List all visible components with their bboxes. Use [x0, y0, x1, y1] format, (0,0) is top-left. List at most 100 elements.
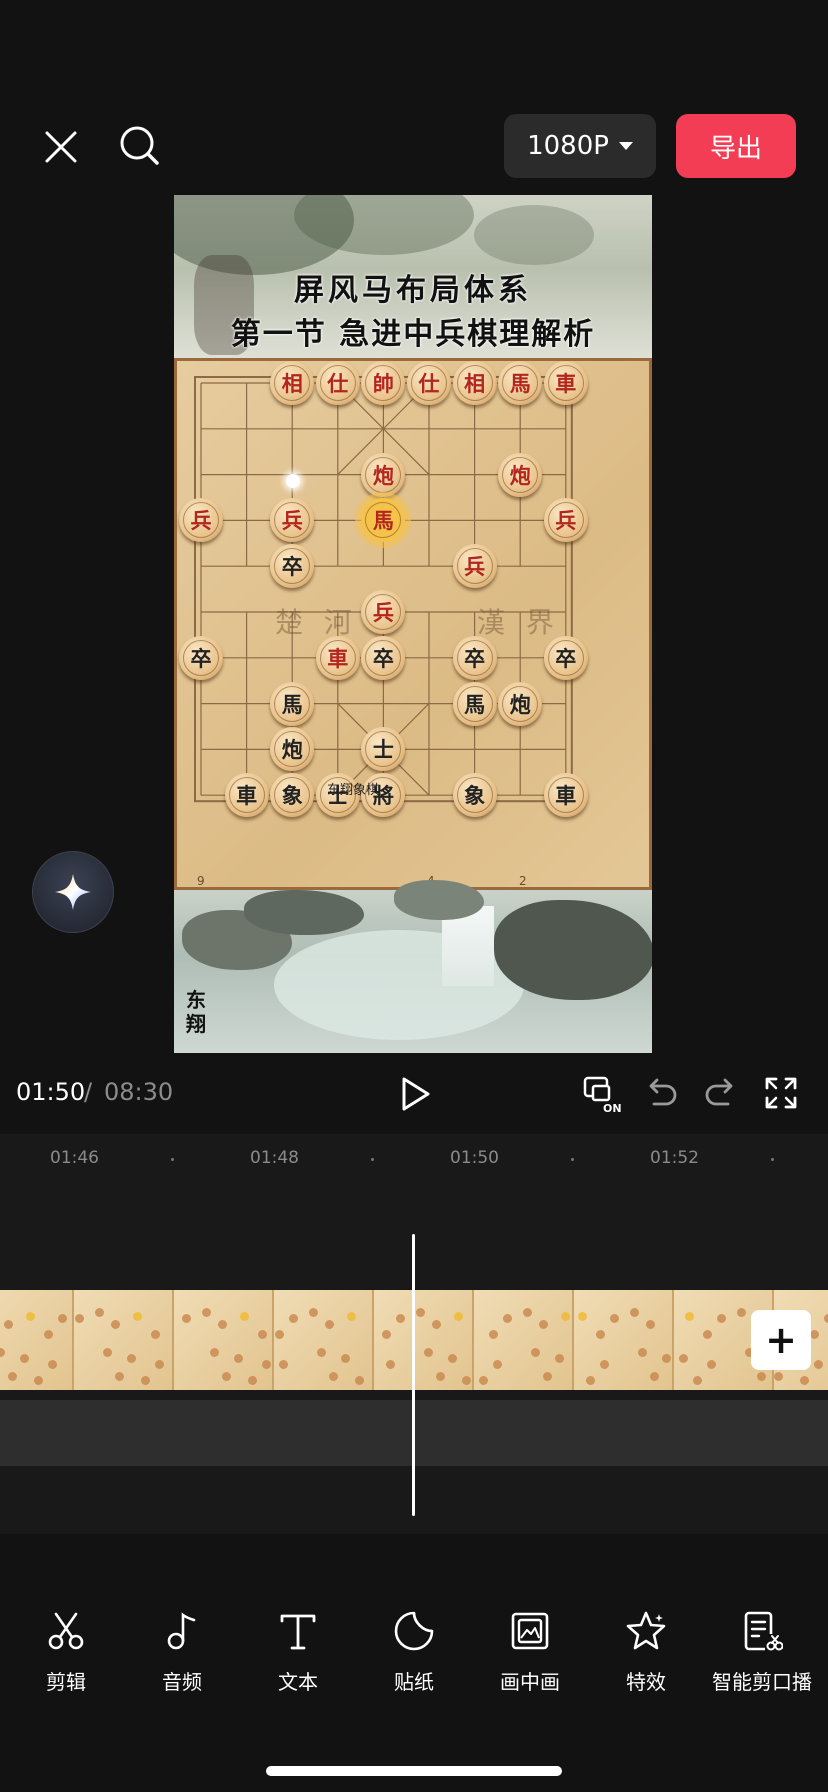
xiangqi-piece: 卒 [452, 635, 497, 680]
xiangqi-piece: 炮 [498, 681, 543, 726]
effects-star-icon [626, 1611, 666, 1650]
ruler-tick [771, 1158, 774, 1161]
piece-label: 卒 [183, 639, 219, 676]
music-note-icon [167, 1612, 196, 1650]
tool-effects[interactable]: 特效 [588, 1610, 704, 1695]
xiangqi-piece: 兵 [543, 498, 588, 543]
move-marker [286, 474, 300, 488]
plus-icon: + [765, 1318, 797, 1362]
piece-label: 象 [456, 777, 493, 814]
home-indicator [266, 1766, 562, 1776]
fullscreen-button[interactable] [762, 1074, 802, 1114]
keyframe-toggle[interactable]: ON [582, 1074, 622, 1115]
play-icon [402, 1077, 430, 1111]
xiangqi-piece: 馬 [270, 681, 315, 726]
tool-smart-cut[interactable]: 智能剪口播 [704, 1610, 820, 1695]
piece-label: 卒 [547, 639, 584, 676]
ruler-time-label: 01:52 [650, 1148, 699, 1168]
ruler-tick [371, 1158, 374, 1161]
svg-text:ON: ON [603, 1102, 622, 1114]
tool-label: 文本 [278, 1670, 318, 1694]
tool-edit[interactable]: 剪辑 [8, 1610, 124, 1695]
undo-icon [649, 1078, 677, 1106]
search-button[interactable] [116, 122, 164, 170]
close-button[interactable] [38, 124, 84, 170]
tool-label: 音频 [162, 1670, 202, 1694]
clip-thumbnail [374, 1290, 474, 1390]
clip-thumbnail [274, 1290, 374, 1390]
xiangqi-piece: 相 [270, 361, 315, 405]
clip-thumbnail [74, 1290, 174, 1390]
resolution-dropdown[interactable]: 1080P [504, 114, 656, 178]
tool-sticker[interactable]: 贴纸 [356, 1610, 472, 1695]
piece-label: 兵 [547, 502, 584, 539]
timeline[interactable]: 01:46 01:48 01:50 01:52 + [0, 1134, 828, 1534]
xiangqi-piece: 卒 [361, 635, 406, 680]
piece-label: 馬 [365, 502, 402, 539]
file-number: 2 [519, 874, 527, 888]
piece-label: 炮 [502, 456, 539, 493]
xiangqi-piece: 車 [224, 773, 269, 818]
redo-button[interactable] [702, 1074, 742, 1114]
piece-label: 車 [228, 777, 265, 814]
clip-thumbnail [0, 1290, 74, 1390]
ruler-tick [171, 1158, 174, 1161]
author-signature: 东翔 [186, 988, 206, 1036]
time-separator: / [84, 1078, 93, 1106]
xiangqi-piece: 仕 [315, 361, 360, 405]
xiangqi-piece: 炮 [498, 452, 543, 497]
sparkle-icon [55, 874, 91, 910]
play-button[interactable] [396, 1074, 434, 1114]
picture-in-picture-icon [511, 1612, 549, 1650]
undo-button[interactable] [642, 1074, 682, 1114]
scenery-banner: 东翔 [174, 880, 652, 1053]
keyframe-on-icon: ON [583, 1076, 622, 1115]
sticker-icon [394, 1611, 434, 1651]
piece-label: 卒 [365, 639, 402, 676]
total-time: 08:30 [104, 1078, 174, 1106]
video-preview[interactable]: 屏风马布局体系 第一节 急进中兵棋理解析 楚 河 漢 界 相仕帥仕相馬車炮炮兵兵… [174, 195, 652, 1053]
ai-assistant-button[interactable] [32, 851, 114, 933]
video-title-line-1: 屏风马布局体系 [294, 273, 532, 308]
close-icon [45, 131, 77, 163]
export-button[interactable]: 导出 [676, 114, 796, 178]
piece-label: 卒 [274, 548, 311, 585]
piece-label: 兵 [183, 502, 219, 539]
xiangqi-piece: 卒 [543, 635, 588, 680]
smart-cut-icon [744, 1611, 783, 1651]
tool-audio[interactable]: 音频 [124, 1610, 240, 1695]
tool-pip[interactable]: 画中画 [472, 1610, 588, 1695]
xiangqi-piece: 車 [315, 635, 360, 680]
piece-label: 馬 [456, 685, 493, 722]
clip-thumbnail [174, 1290, 274, 1390]
piece-label: 馬 [502, 365, 539, 401]
xiangqi-piece: 仕 [407, 361, 451, 405]
piece-label: 象 [274, 777, 311, 814]
piece-label: 仕 [319, 365, 356, 401]
xiangqi-piece: 車 [543, 773, 588, 818]
title-banner: 屏风马布局体系 第一节 急进中兵棋理解析 [174, 195, 652, 358]
text-icon [280, 1614, 316, 1650]
piece-label: 炮 [502, 685, 539, 722]
caret-down-icon [618, 142, 633, 150]
clip-thumbnail [474, 1290, 574, 1390]
xiangqi-piece: 馬 [498, 361, 543, 405]
xiangqi-piece: 相 [452, 361, 497, 405]
tool-label: 特效 [626, 1670, 666, 1694]
video-title-line-2: 第一节 急进中兵棋理解析 [230, 317, 596, 352]
ruler-time-label: 01:50 [450, 1148, 499, 1168]
add-clip-button[interactable]: + [751, 1310, 811, 1370]
river-text-right: 漢 界 [477, 606, 560, 639]
tool-label: 剪辑 [46, 1670, 86, 1694]
piece-label: 相 [274, 365, 311, 401]
redo-icon [705, 1078, 733, 1106]
piece-label: 仕 [411, 365, 447, 401]
watermark-text: 东翔象棋 [327, 783, 380, 798]
river-text-left: 楚 河 [275, 606, 358, 639]
piece-label: 兵 [274, 502, 311, 539]
piece-label: 帥 [365, 365, 402, 401]
tool-text[interactable]: 文本 [240, 1610, 356, 1695]
playhead[interactable] [412, 1234, 415, 1516]
piece-label: 兵 [456, 548, 493, 585]
ruler-time-label: 01:48 [250, 1148, 299, 1168]
